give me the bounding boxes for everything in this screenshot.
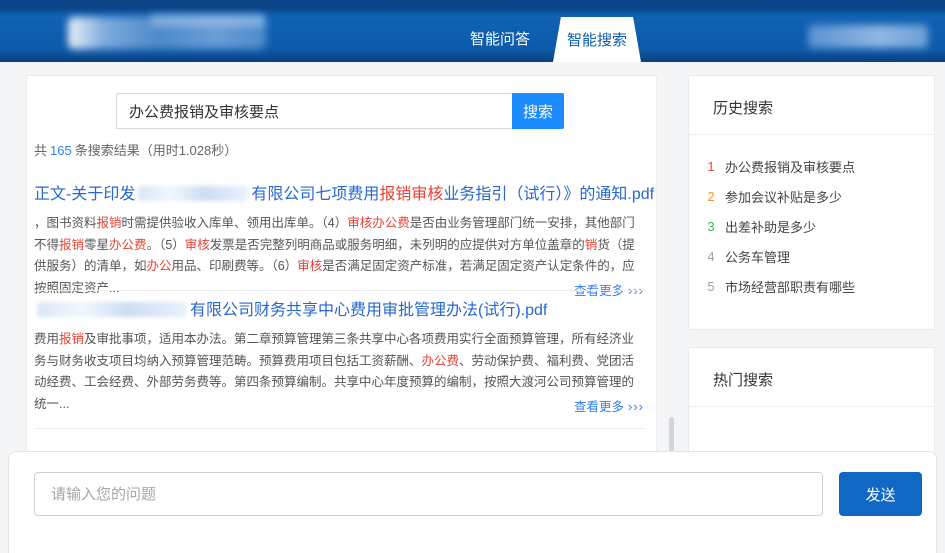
tab-smart-search[interactable]: 智能搜索 <box>553 17 641 62</box>
history-search-card: 历史搜索 1 办公费报销及审核要点 2 参加会议补贴是多少 3 出差补助是多少 … <box>688 75 935 330</box>
result-divider <box>34 290 646 291</box>
chevrons-icon: ››› <box>628 399 644 414</box>
history-item-label: 公务车管理 <box>725 247 790 266</box>
result-snippet: 费用报销及审批事项，适用本办法。第二章预算管理第三条共享中心各项费用实行全面预算… <box>34 329 646 415</box>
result-divider <box>34 428 646 429</box>
history-item[interactable]: 1 办公费报销及审核要点 <box>689 151 934 181</box>
text-segment: ，图书资料 <box>34 216 97 230</box>
search-result: 正文-关于印发有限公司七项费用报销审核业务指引（试行）》的通知.pdf ，图书资… <box>34 184 646 299</box>
question-input[interactable] <box>34 472 823 516</box>
results-summary: 共165条搜索结果（用时1.028秒） <box>34 140 237 159</box>
rank-number: 5 <box>703 279 719 294</box>
history-item-label: 参加会议补贴是多少 <box>725 187 842 206</box>
history-item[interactable]: 5 市场经营部职责有哪些 <box>689 271 934 301</box>
search-results-panel: 搜索 共165条搜索结果（用时1.028秒） 正文-关于印发有限公司七项费用报销… <box>26 75 657 453</box>
history-item[interactable]: 3 出差补助是多少 <box>689 211 934 241</box>
summary-suffix: 条搜索结果（用时1.028秒） <box>75 143 238 158</box>
history-item-label: 市场经营部职责有哪些 <box>725 277 855 296</box>
result-title-link[interactable]: 正文-关于印发有限公司七项费用报销审核业务指引（试行）》的通知.pdf <box>34 184 646 206</box>
view-more-label: 查看更多 <box>574 400 624 414</box>
highlighted-keyword: 报销 <box>97 216 122 230</box>
highlighted-keyword: 审核 <box>297 259 322 273</box>
app-header: 智能问答 智能搜索 <box>0 0 945 62</box>
question-bar: 发送 <box>8 451 937 553</box>
tab-smart-qa[interactable]: 智能问答 <box>452 17 548 62</box>
highlighted-keyword: 报销审核 <box>379 186 443 203</box>
view-more-label: 查看更多 <box>574 284 624 298</box>
highlighted-keyword: 办公 <box>147 259 172 273</box>
summary-prefix: 共 <box>34 143 47 158</box>
header-user-area-redacted[interactable] <box>808 25 928 48</box>
highlighted-keyword: 审核办公费 <box>347 216 410 230</box>
search-button[interactable]: 搜索 <box>512 93 564 129</box>
search-result: 有限公司财务共享中心费用审批管理办法(试行).pdf 费用报销及审批事项，适用本… <box>34 300 646 415</box>
text-segment: 费用 <box>34 332 59 346</box>
text-segment: 时需提供验收入库单、领用出库单。（4） <box>122 216 348 230</box>
search-input[interactable] <box>116 93 512 129</box>
highlighted-keyword: 办公费 <box>422 354 460 368</box>
highlighted-keyword: 销 <box>585 238 598 252</box>
history-item[interactable]: 4 公务车管理 <box>689 241 934 271</box>
redacted-text <box>138 186 248 201</box>
text-segment: 。（5） <box>147 238 185 252</box>
highlighted-keyword: 审核 <box>185 238 210 252</box>
app-logo-subtitle-redacted <box>150 14 265 26</box>
history-item[interactable]: 2 参加会议补贴是多少 <box>689 181 934 211</box>
rank-number: 3 <box>703 219 719 234</box>
text-segment: 零星 <box>84 238 109 252</box>
scrollbar-thumb[interactable] <box>669 417 674 453</box>
highlighted-keyword: 报销 <box>59 238 84 252</box>
send-button[interactable]: 发送 <box>839 472 922 516</box>
card-divider <box>689 406 934 407</box>
result-title-link[interactable]: 有限公司财务共享中心费用审批管理办法(试行).pdf <box>34 300 646 322</box>
text-segment: 发票是否完整列明商品或服务明细，未列明的应提供对方单位盖章的 <box>210 238 585 252</box>
text-segment: 业务指引（试行）》的通知.pdf <box>443 186 654 203</box>
rank-number: 1 <box>703 159 719 174</box>
rank-number: 4 <box>703 249 719 264</box>
results-count: 165 <box>47 143 75 158</box>
text-segment: 用品、印刷费等。（6） <box>172 259 298 273</box>
highlighted-keyword: 报销 <box>59 332 84 346</box>
redacted-text <box>37 302 187 317</box>
view-more-link[interactable]: 查看更多 ››› <box>560 396 644 415</box>
history-item-label: 办公费报销及审核要点 <box>725 157 855 176</box>
highlighted-keyword: 办公费 <box>109 238 147 252</box>
hot-search-title: 热门搜索 <box>689 348 934 406</box>
history-item-label: 出差补助是多少 <box>725 217 816 236</box>
history-search-title: 历史搜索 <box>689 76 934 134</box>
history-search-list: 1 办公费报销及审核要点 2 参加会议补贴是多少 3 出差补助是多少 4 公务车… <box>689 135 934 301</box>
text-segment: 有限公司财务共享中心费用审批管理办法(试行).pdf <box>190 302 547 319</box>
result-snippet: ，图书资料报销时需提供验收入库单、领用出库单。（4）审核办公费是否由业务管理部门… <box>34 213 646 299</box>
text-segment: 正文-关于印发 <box>34 186 135 203</box>
rank-number: 2 <box>703 189 719 204</box>
text-segment: 有限公司七项费用 <box>251 186 379 203</box>
hot-search-card: 热门搜索 <box>688 347 935 453</box>
